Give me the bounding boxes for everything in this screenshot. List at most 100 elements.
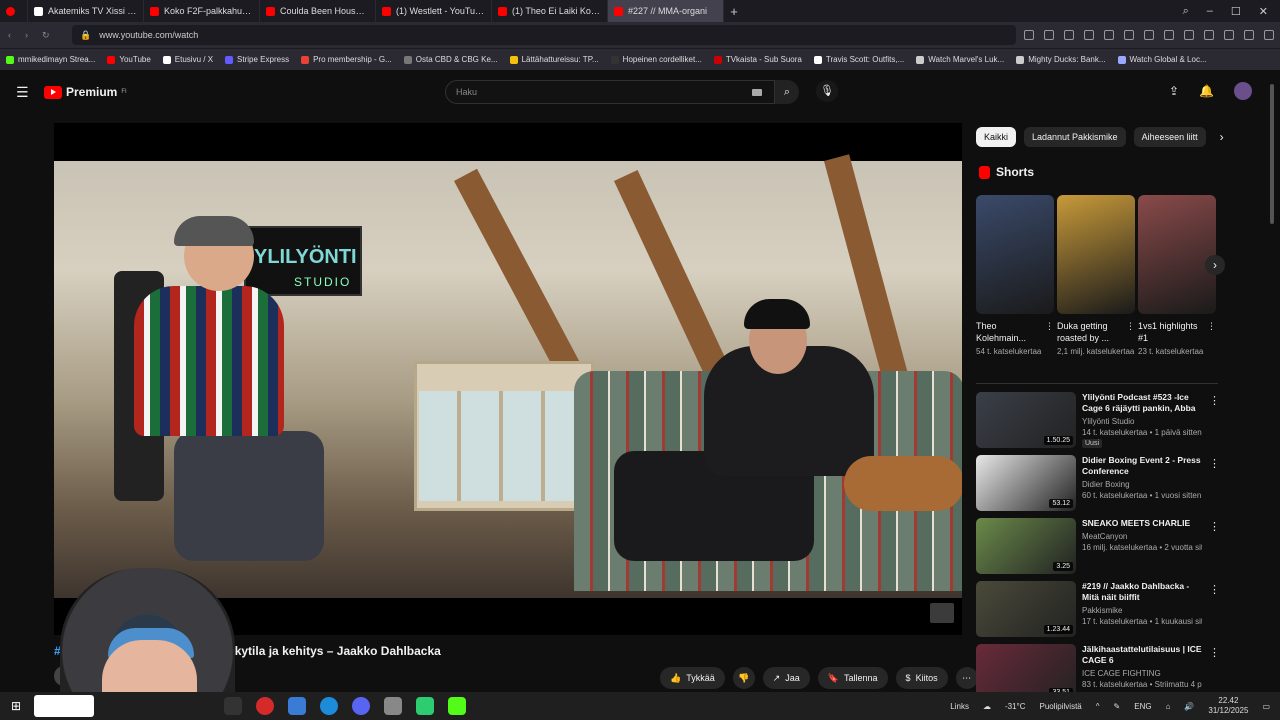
- back-icon[interactable]: ‹: [8, 30, 11, 41]
- browser-tab[interactable]: (1) Westlett - YouTube: [376, 0, 492, 22]
- bookmark-item[interactable]: Lättähattureissu: TP...: [509, 55, 599, 64]
- recommendation-title[interactable]: SNEAKO MEETS CHARLIE: [1082, 518, 1202, 529]
- microphone-icon[interactable]: 🎙: [816, 80, 838, 102]
- search-icon[interactable]: ⌕: [775, 80, 799, 104]
- short-card[interactable]: Theo Kolehmain... ⋮ 54 t. katselukertaa: [976, 195, 1054, 357]
- recommendation-thumbnail[interactable]: 53.12: [976, 455, 1076, 511]
- links-label[interactable]: Links: [950, 702, 969, 711]
- clock[interactable]: 22.42 31/12/2025: [1208, 696, 1248, 716]
- scrollbar-thumb[interactable]: [1270, 84, 1274, 224]
- short-card[interactable]: 1vs1 highlights #1 ⋮ 23 t. katselukertaa: [1138, 195, 1216, 357]
- short-card[interactable]: Duka getting roasted by ... ⋮ 2,1 milj. ka…: [1057, 195, 1135, 357]
- discord-icon[interactable]: [352, 697, 370, 715]
- browser-menu-icon[interactable]: [0, 0, 28, 22]
- extension-icon[interactable]: [1224, 30, 1234, 40]
- weather-desc[interactable]: Puolipilvistä: [1040, 702, 1082, 711]
- url-field[interactable]: 🔒 www.youtube.com/watch: [72, 25, 1016, 45]
- extension-icon[interactable]: [1024, 30, 1034, 40]
- page-scrollbar[interactable]: [1270, 74, 1276, 690]
- short-title[interactable]: Theo Kolehmain... ⋮: [976, 320, 1054, 344]
- more-actions-button[interactable]: ⋯: [955, 667, 978, 689]
- short-title[interactable]: Duka getting roasted by ... ⋮: [1057, 320, 1135, 344]
- extension-icon[interactable]: [1084, 30, 1094, 40]
- browser-tab[interactable]: (1) Theo Ei Laiki Kolehmai: [492, 0, 608, 22]
- more-vert-icon[interactable]: ⋮: [1209, 583, 1220, 596]
- recommendation-channel[interactable]: Pakkismike: [1082, 606, 1202, 615]
- browser-tab[interactable]: Akatemiks TV Xissi 'Ex-: [28, 0, 144, 22]
- recommendation-title[interactable]: Ylilyönti Podcast #523 -Ice Cage 6 räjäy…: [1082, 392, 1202, 414]
- recommendation-channel[interactable]: Ylilyönti Studio: [1082, 417, 1202, 426]
- chevron-up-icon[interactable]: ^: [1096, 702, 1100, 711]
- browser-tab[interactable]: Koko F2F-palkkahuijaus -: [144, 0, 260, 22]
- kick-icon[interactable]: [448, 697, 466, 715]
- short-thumbnail[interactable]: [1057, 195, 1135, 314]
- extension-icon[interactable]: [1064, 30, 1074, 40]
- more-vert-icon[interactable]: ⋮: [1209, 394, 1220, 407]
- more-vert-icon[interactable]: ⋮: [1209, 520, 1220, 533]
- notifications-bell-icon[interactable]: 🔔: [1199, 84, 1214, 98]
- thanks-button[interactable]: $ Kiitos: [895, 667, 948, 689]
- weather-temp[interactable]: -31°C: [1005, 702, 1026, 711]
- short-thumbnail[interactable]: [1138, 195, 1216, 314]
- network-icon[interactable]: ⌂: [1166, 702, 1171, 711]
- more-vert-icon[interactable]: ⋮: [1045, 320, 1054, 332]
- dislike-button[interactable]: 👎: [732, 667, 755, 689]
- chip-related[interactable]: Aiheeseen liitt: [1133, 127, 1206, 147]
- recommendation-thumbnail[interactable]: 3.25: [976, 518, 1076, 574]
- more-vert-icon[interactable]: ⋮: [1207, 320, 1216, 332]
- recommendation-channel[interactable]: Didier Boxing: [1082, 480, 1202, 489]
- maximize-button[interactable]: ☐: [1231, 5, 1241, 18]
- browser-tab[interactable]: #227 // MMA-organi: [608, 0, 724, 22]
- bookmark-item[interactable]: Etusivu / X: [162, 55, 213, 64]
- bookmark-item[interactable]: Hopeinen cordelliket...: [610, 55, 702, 64]
- windows-start-icon[interactable]: ⊞: [0, 699, 32, 713]
- bookmark-item[interactable]: Travis Scott: Outfits,...: [813, 55, 904, 64]
- extension-icon[interactable]: [1244, 30, 1254, 40]
- taskbar-search[interactable]: [34, 695, 94, 717]
- bookmark-item[interactable]: Watch Marvel's Luk...: [916, 55, 1004, 64]
- search-input[interactable]: Haku: [445, 80, 775, 104]
- chip-uploader[interactable]: Ladannut Pakkismike: [1024, 127, 1126, 147]
- short-thumbnail[interactable]: [976, 195, 1054, 314]
- share-button[interactable]: ↗ Jaa: [762, 667, 810, 689]
- app-icon[interactable]: [416, 697, 434, 715]
- app-icon[interactable]: [384, 697, 402, 715]
- recommendation-title[interactable]: Didier Boxing Event 2 - Press Conference: [1082, 455, 1202, 477]
- bookmark-item[interactable]: Pro membership - G...: [301, 55, 392, 64]
- search-tabs-icon[interactable]: ⌕: [1183, 5, 1189, 18]
- recommendation-channel[interactable]: ICE CAGE FIGHTING: [1082, 669, 1202, 678]
- like-button[interactable]: 👍 Tykkää: [660, 667, 725, 689]
- keyboard-icon[interactable]: [752, 89, 762, 96]
- chevron-right-icon[interactable]: ›: [1214, 130, 1230, 144]
- forward-icon[interactable]: ›: [25, 30, 28, 41]
- browser-tab[interactable]: Coulda Been House Episo: [260, 0, 376, 22]
- shorts-next-icon[interactable]: ›: [1205, 255, 1225, 275]
- extension-icon[interactable]: [1124, 30, 1134, 40]
- extension-icon[interactable]: [1044, 30, 1054, 40]
- more-vert-icon[interactable]: ⋮: [1209, 457, 1220, 470]
- extension-icon[interactable]: [1164, 30, 1174, 40]
- recommendation-item[interactable]: 53.12 Didier Boxing Event 2 - Press Confe…: [976, 455, 1220, 513]
- save-button[interactable]: 🔖 Tallenna: [817, 667, 888, 689]
- youtube-logo[interactable]: Premium FI: [44, 85, 127, 99]
- app-icon[interactable]: [288, 697, 306, 715]
- extension-icon[interactable]: [1264, 30, 1274, 40]
- extension-icon[interactable]: [1144, 30, 1154, 40]
- extension-icon[interactable]: [1184, 30, 1194, 40]
- volume-icon[interactable]: 🔊: [1184, 702, 1194, 711]
- extension-icon[interactable]: [1204, 30, 1214, 40]
- bookmark-item[interactable]: mmikedimayn Strea...: [6, 55, 95, 64]
- recommendation-title[interactable]: Jälkihaastattelutilaisuus | ICE CAGE 6: [1082, 644, 1202, 666]
- recommendation-item[interactable]: 1.23.44 #219 // Jaakko Dahlbacka - Mitä n…: [976, 581, 1220, 639]
- bookmark-item[interactable]: Osta CBD & CBG Ke...: [403, 55, 498, 64]
- menu-icon[interactable]: ☰: [16, 84, 30, 101]
- new-tab-button[interactable]: +: [724, 4, 744, 19]
- bookmark-item[interactable]: Watch Global & Loc...: [1117, 55, 1207, 64]
- bookmark-item[interactable]: TVkaista - Sub Suora: [713, 55, 802, 64]
- notifications-icon[interactable]: ▭: [1262, 702, 1270, 711]
- recommendation-thumbnail[interactable]: 1.50.25: [976, 392, 1076, 448]
- recommendation-item[interactable]: 3.25 SNEAKO MEETS CHARLIE MeatCanyon 16 mil…: [976, 518, 1220, 576]
- edge-icon[interactable]: [320, 697, 338, 715]
- more-vert-icon[interactable]: ⋮: [1209, 646, 1220, 659]
- chip-all[interactable]: Kaikki: [976, 127, 1017, 147]
